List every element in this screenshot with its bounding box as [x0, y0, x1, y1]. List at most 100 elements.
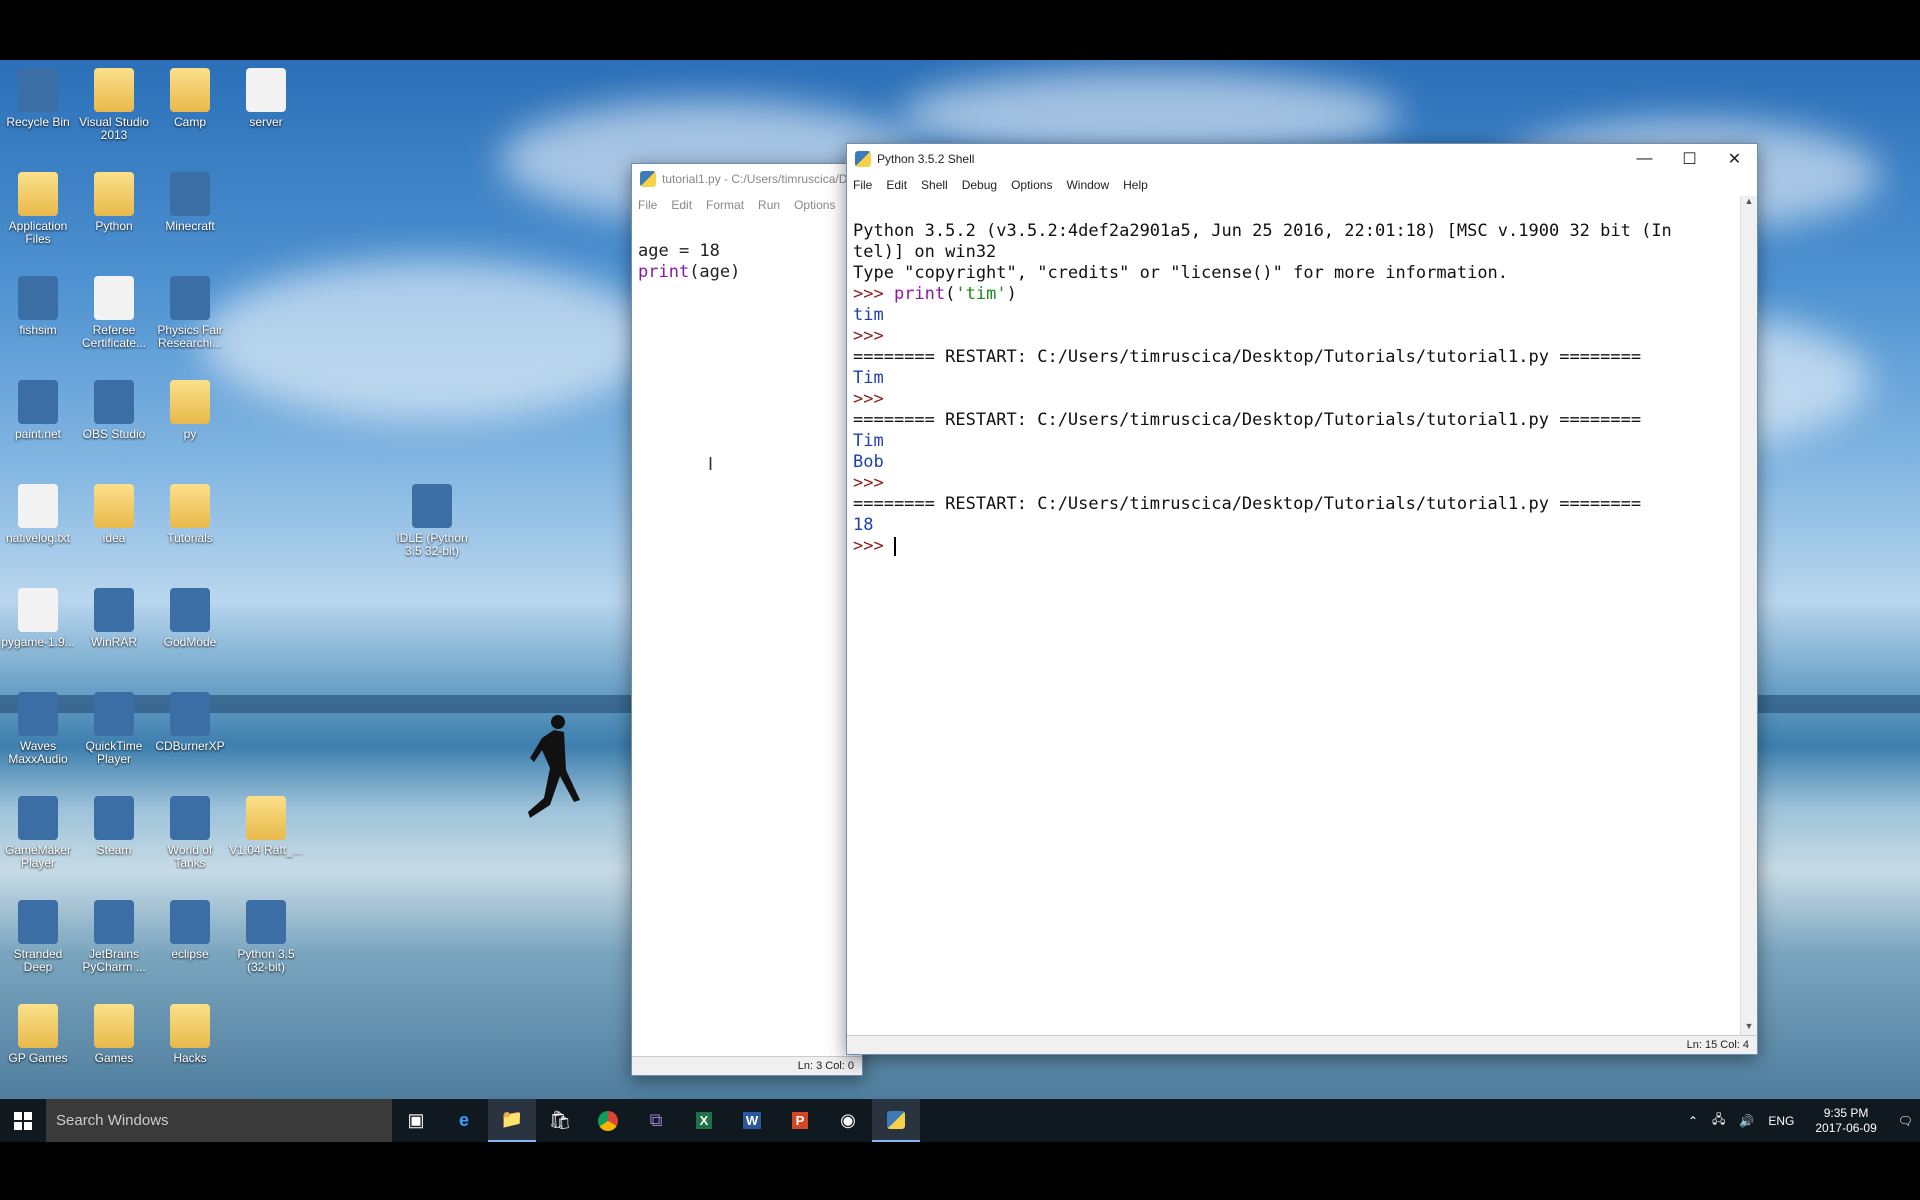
folder-icon	[170, 484, 210, 528]
desktop-icon[interactable]: eclipse	[152, 900, 228, 961]
edge-icon[interactable]: e	[440, 1099, 488, 1142]
desktop-icon[interactable]: IDLE (Python 3.5 32-bit)	[394, 484, 470, 558]
desktop-icon[interactable]: Physics Fair Researchi...	[152, 276, 228, 350]
desktop-icon[interactable]: fishsim	[0, 276, 76, 337]
desktop-icon[interactable]: World of Tanks	[152, 796, 228, 870]
letterbox-top	[0, 0, 1920, 60]
editor-window[interactable]: tutorial1.py - C:/Users/timruscica/D Fil…	[631, 163, 863, 1076]
desktop-icon[interactable]: V1.04 Raft_...	[228, 796, 304, 857]
python-icon	[412, 484, 452, 528]
desktop-icon[interactable]: GameMaker Player	[0, 796, 76, 870]
editor-menu-format[interactable]: Format	[706, 198, 744, 212]
desktop-icon[interactable]: JetBrains PyCharm ...	[76, 900, 152, 974]
minimize-button[interactable]: —	[1622, 144, 1667, 174]
desktop-icon[interactable]: idea	[76, 484, 152, 545]
desktop-icon-label: QuickTime Player	[85, 739, 143, 766]
scroll-up-arrow-icon[interactable]: ▲	[1741, 196, 1757, 210]
desktop-icon[interactable]: Stranded Deep	[0, 900, 76, 974]
scroll-down-arrow-icon[interactable]: ▼	[1741, 1021, 1757, 1035]
desktop-icon-label: fishsim	[19, 323, 57, 337]
editor-titlebar[interactable]: tutorial1.py - C:/Users/timruscica/D	[632, 164, 862, 194]
desktop-icon[interactable]: Waves MaxxAudio	[0, 692, 76, 766]
network-icon[interactable]: 🖧	[1712, 1110, 1725, 1131]
desktop-icon[interactable]: Python	[76, 172, 152, 233]
desktop-icon[interactable]: Visual Studio 2013	[76, 68, 152, 142]
desktop-icon[interactable]: GP Games	[0, 1004, 76, 1065]
desktop-icon-label: eclipse	[171, 947, 209, 961]
desktop-icon-label: GodMode	[163, 635, 217, 649]
file-explorer-icon[interactable]: 📁	[488, 1099, 536, 1142]
restart-line: ======== RESTART: C:/Users/timruscica/De…	[853, 494, 1642, 514]
shell-output-area[interactable]: Python 3.5.2 (v3.5.2:4def2a2901a5, Jun 2…	[847, 196, 1739, 1035]
editor-code-area[interactable]: age = 18 print(age)	[632, 216, 862, 287]
chrome-icon[interactable]	[584, 1099, 632, 1142]
desktop-icon-label: Python	[95, 219, 133, 233]
action-center-icon[interactable]: 🗨	[1898, 1114, 1913, 1128]
shell-output-line: Tim	[853, 431, 884, 451]
desktop-icon[interactable]: Camp	[152, 68, 228, 129]
show-hidden-icons-icon[interactable]: ⌃	[1688, 1114, 1698, 1128]
desktop-icon[interactable]: Application Files	[0, 172, 76, 246]
excel-icon[interactable]: X	[680, 1099, 728, 1142]
code-line: age = 18	[638, 241, 720, 261]
start-button[interactable]	[0, 1099, 46, 1142]
editor-menu-file[interactable]: File	[638, 198, 657, 212]
maximize-button[interactable]: ☐	[1667, 144, 1712, 174]
file-icon	[246, 68, 286, 112]
desktop-icon[interactable]: py	[152, 380, 228, 441]
shell-titlebar[interactable]: Python 3.5.2 Shell — ☐ ✕	[847, 144, 1757, 174]
desktop-icon[interactable]: Games	[76, 1004, 152, 1065]
shell-output-line: Bob	[853, 452, 884, 472]
shell-menu-debug[interactable]: Debug	[962, 178, 997, 192]
desktop-icon[interactable]: Tutorials	[152, 484, 228, 545]
clock[interactable]: 9:35 PM 2017-06-09	[1808, 1106, 1883, 1136]
stranded-icon	[18, 900, 58, 944]
editor-menu-options[interactable]: Options	[794, 198, 835, 212]
desktop-icon[interactable]: GodMode	[152, 588, 228, 649]
editor-menu-run[interactable]: Run	[758, 198, 780, 212]
desktop-icon[interactable]: WinRAR	[76, 588, 152, 649]
powerpoint-icon[interactable]: P	[776, 1099, 824, 1142]
desktop-icon[interactable]: server	[228, 68, 304, 129]
desktop-icon-label: pygame-1.9...	[1, 635, 75, 649]
shell-active-prompt[interactable]: >>>	[853, 536, 1733, 557]
python-idle-icon[interactable]	[872, 1099, 920, 1142]
obs-icon[interactable]: ◉	[824, 1099, 872, 1142]
desktop-icon[interactable]: Steam	[76, 796, 152, 857]
desktop-icon[interactable]: Referee Certificate...	[76, 276, 152, 350]
shell-menu-file[interactable]: File	[853, 178, 872, 192]
folder-icon	[170, 1004, 210, 1048]
language-indicator[interactable]: ENG	[1768, 1114, 1794, 1128]
close-button[interactable]: ✕	[1712, 144, 1757, 174]
desktop-icon[interactable]: nativelog.txt	[0, 484, 76, 545]
desktop-icon[interactable]: Hacks	[152, 1004, 228, 1065]
task-view-icon[interactable]: ▣	[392, 1099, 440, 1142]
shell-menubar: File Edit Shell Debug Options Window Hel…	[847, 174, 1757, 196]
desktop-icon-label: Stranded Deep	[13, 947, 63, 974]
shell-window[interactable]: Python 3.5.2 Shell — ☐ ✕ File Edit Shell…	[846, 143, 1758, 1055]
desktop-icon[interactable]: Minecraft	[152, 172, 228, 233]
desktop-icon[interactable]: QuickTime Player	[76, 692, 152, 766]
shell-menu-edit[interactable]: Edit	[886, 178, 907, 192]
editor-menu-edit[interactable]: Edit	[671, 198, 692, 212]
desktop-icon[interactable]: Recycle Bin	[0, 68, 76, 129]
shell-menu-window[interactable]: Window	[1066, 178, 1109, 192]
word-icon[interactable]: W	[728, 1099, 776, 1142]
desktop-icon[interactable]: Python 3.5 (32-bit)	[228, 900, 304, 974]
shell-menu-shell[interactable]: Shell	[921, 178, 948, 192]
runner-silhouette	[528, 715, 580, 818]
desktop-icon-label: JetBrains PyCharm ...	[82, 947, 146, 974]
volume-icon[interactable]: 🔊	[1739, 1114, 1754, 1128]
visual-studio-icon[interactable]: ⧉	[632, 1099, 680, 1142]
desktop-icon-label: Hacks	[173, 1051, 207, 1065]
desktop-icon[interactable]: paint.net	[0, 380, 76, 441]
desktop-icon[interactable]: pygame-1.9...	[0, 588, 76, 649]
desktop-icon[interactable]: CDBurnerXP	[152, 692, 228, 753]
shell-menu-help[interactable]: Help	[1123, 178, 1148, 192]
store-icon[interactable]: 🛍	[536, 1099, 584, 1142]
shell-scrollbar[interactable]: ▲ ▼	[1740, 196, 1757, 1035]
shell-menu-options[interactable]: Options	[1011, 178, 1052, 192]
taskbar-search-box[interactable]: Search Windows	[46, 1099, 392, 1142]
tank-icon	[170, 796, 210, 840]
desktop-icon[interactable]: OBS Studio	[76, 380, 152, 441]
